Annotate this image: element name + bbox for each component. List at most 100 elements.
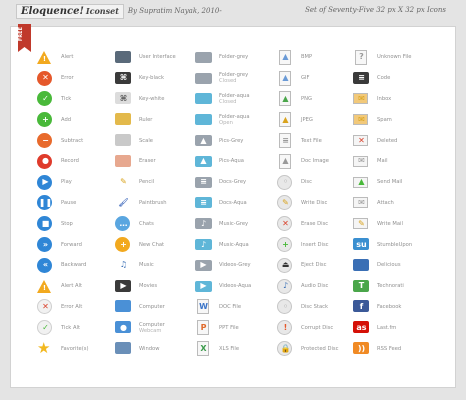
- icon-entry: Eraser: [115, 151, 176, 172]
- icon-label: Facebook: [377, 304, 401, 310]
- icon-glyph: !: [42, 283, 47, 292]
- add-icon: +: [37, 112, 54, 128]
- icon-glyph: ✕: [42, 73, 49, 83]
- icon-entry: ✎ Write Disc: [277, 193, 338, 214]
- icon-entry: ■ Stop: [37, 213, 88, 234]
- code-icon: ≡: [353, 71, 370, 86]
- doc-image-icon: ▲: [277, 153, 294, 169]
- eject-disc-icon: ⏏: [277, 257, 294, 273]
- icon-label: Folder-aqua Open: [219, 114, 250, 126]
- corrupt-disc-icon: !: [277, 320, 294, 336]
- icon-entry: ! Corrupt Disc: [277, 317, 338, 338]
- icon-entry: ≡ Code: [353, 68, 412, 89]
- icon-label: Code: [377, 75, 390, 81]
- icon-entry: ✓ Tick: [37, 89, 88, 110]
- icon-entry: ♪ Music-Aqua: [195, 234, 251, 255]
- icon-label: Inbox: [377, 96, 391, 102]
- icon-label: Spam: [377, 117, 392, 123]
- alert-icon: !: [37, 50, 54, 65]
- icon-entry: ◦ Disc Stack: [277, 297, 338, 318]
- icon-entry: ≡ Docs-Grey: [195, 172, 251, 193]
- icon-shape: [115, 154, 131, 167]
- icon-label-text: Pics-Aqua: [219, 158, 244, 165]
- icon-label-text: Spam: [377, 116, 392, 123]
- header: Eloquence! Iconset By Supratim Nayak, 20…: [0, 0, 466, 22]
- erase-disc-icon: ✕: [277, 216, 294, 232]
- forward-icon: »: [37, 237, 54, 253]
- free-ribbon-label: FREE: [18, 27, 24, 42]
- write-disc-icon: ✎: [277, 195, 294, 211]
- icon-glyph: ✕: [358, 135, 365, 145]
- icon-glyph: «: [42, 260, 49, 270]
- icon-glyph: ♪: [282, 281, 289, 291]
- icon-label-text: RSS Feed: [377, 345, 402, 352]
- icon-label-text: Corrupt Disc: [301, 324, 334, 331]
- icon-glyph: ◦: [282, 177, 289, 187]
- icon-label: Doc Image: [301, 158, 329, 164]
- audio-disc-icon: ♪: [277, 278, 294, 294]
- icon-glyph: ▶: [200, 281, 207, 291]
- folder-aqua-open-icon: [195, 112, 212, 127]
- star-icon: ★: [37, 341, 54, 356]
- icon-label: Disc: [301, 179, 312, 185]
- icon-glyph: ▶: [200, 260, 207, 270]
- icon-label: PNG: [301, 96, 312, 102]
- disc-stack-icon: ◦: [277, 299, 294, 315]
- send-mail-icon: ▲: [353, 175, 370, 190]
- icon-glyph: +: [282, 239, 289, 249]
- icon-glyph: ♫: [119, 260, 128, 270]
- write-mail-icon: ✎: [353, 216, 370, 231]
- mail-icon: ✉: [353, 154, 370, 169]
- docs-aqua-icon: ≡: [195, 195, 212, 210]
- error-alt-icon: ✕: [37, 299, 54, 315]
- jpeg-icon: ▲: [277, 112, 294, 128]
- icon-entry: ! Alert: [37, 47, 88, 68]
- icon-glyph: ◦: [282, 301, 289, 311]
- tick-alt-icon: ✓: [37, 320, 54, 336]
- icon-glyph: ▲: [282, 156, 289, 166]
- icon-entry: ▲ GIF: [277, 68, 338, 89]
- insert-disc-icon: +: [277, 237, 294, 253]
- icon-entry: W DOC File: [195, 297, 251, 318]
- icon-entry: Folder-grey Closed: [195, 68, 251, 89]
- computer-icon: [115, 299, 132, 314]
- spam-icon: ✉: [353, 112, 370, 127]
- icon-entry: ⌘ Key-white: [115, 89, 176, 110]
- icon-label-text: Audio Disc: [301, 283, 329, 290]
- scale-icon: [115, 133, 132, 148]
- icon-label: Write Disc: [301, 200, 327, 206]
- icon-glyph: +: [42, 114, 49, 124]
- icon-label: PPT File: [219, 325, 239, 331]
- icon-shape: [195, 93, 212, 105]
- icon-label-sub: Webcam: [139, 327, 162, 334]
- icon-label-text: New Chat: [139, 241, 165, 248]
- icon-column: ! Alert ✕ Error ✓ Tick + Add − Subtract ● Record ▶ Pl…: [37, 47, 88, 359]
- icon-label-text: Subtract: [61, 137, 84, 144]
- icon-glyph: ❚❚: [38, 197, 53, 207]
- icon-label: Corrupt Disc: [301, 325, 333, 331]
- icon-glyph: ▲: [200, 135, 207, 145]
- icon-label-text: Eject Disc: [301, 262, 327, 269]
- icon-shape: [115, 300, 131, 313]
- icon-glyph: ✎: [358, 218, 365, 228]
- icon-label: Music-Grey: [219, 221, 248, 227]
- icon-label-text: Facebook: [377, 303, 402, 310]
- pencil-icon: ✎: [115, 175, 132, 190]
- icon-entry: )) RSS Feed: [353, 338, 412, 359]
- icon-label: Tick: [61, 96, 71, 102]
- icon-label: Unknown File: [377, 54, 411, 60]
- icon-glyph: ♪: [200, 218, 207, 228]
- icon-label-text: GIF: [301, 75, 310, 82]
- icon-label-text: Inbox: [377, 95, 392, 102]
- icon-label-text: Deleted: [377, 137, 398, 144]
- icon-label-text: Stop: [61, 220, 73, 227]
- icon-label-text: Add: [61, 116, 72, 123]
- icon-label: Alert: [61, 54, 73, 60]
- icon-label-text: Write Disc: [301, 199, 328, 206]
- technorati-icon: T: [353, 279, 370, 294]
- icon-label: Tick Alt: [61, 325, 80, 331]
- subtract-icon: −: [37, 133, 54, 149]
- icon-shape: [115, 342, 131, 355]
- icon-shape: [353, 258, 369, 271]
- attach-icon: ✉: [353, 195, 370, 210]
